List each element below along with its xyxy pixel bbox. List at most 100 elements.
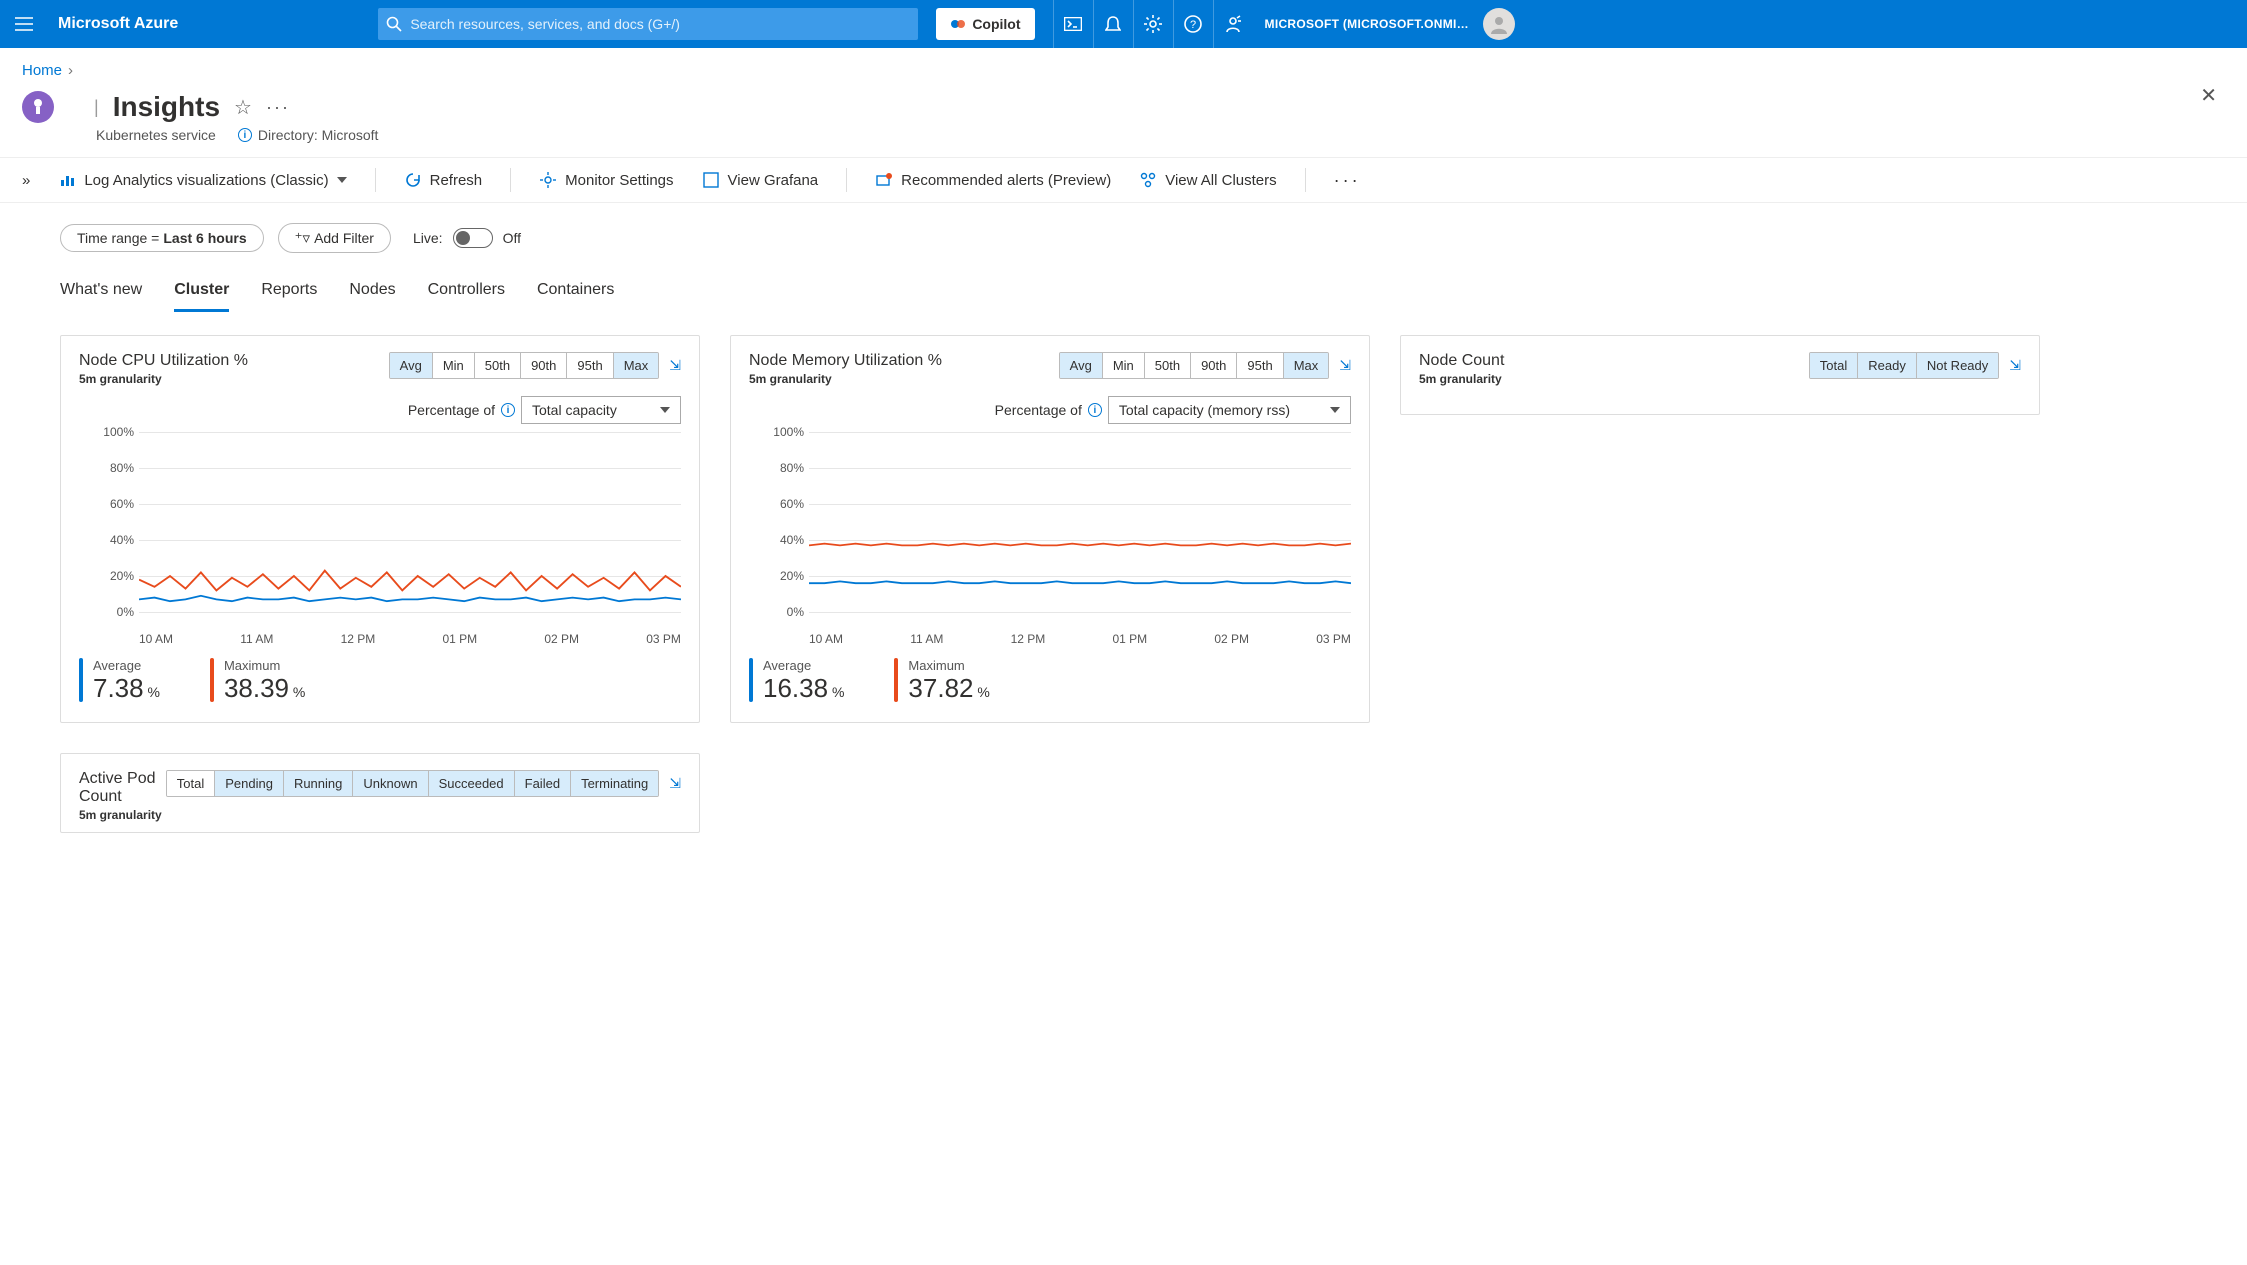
copilot-button[interactable]: Copilot xyxy=(936,8,1034,40)
seg-item-avg[interactable]: Avg xyxy=(1060,353,1102,378)
gear-icon xyxy=(539,171,557,189)
seg-item-avg[interactable]: Avg xyxy=(390,353,432,378)
legend-swatch-max xyxy=(210,658,214,702)
card-active-pod-count: Active Pod Count 5m granularity TotalPen… xyxy=(60,753,700,833)
seg-item-max[interactable]: Max xyxy=(613,353,659,378)
clusters-icon xyxy=(1139,171,1157,189)
seg-item-90th[interactable]: 90th xyxy=(1190,353,1236,378)
add-filter-pill[interactable]: ⁺▿ Add Filter xyxy=(278,223,391,253)
feedback-icon[interactable] xyxy=(1213,0,1253,48)
cloud-shell-icon[interactable] xyxy=(1053,0,1093,48)
add-filter-label: Add Filter xyxy=(314,230,374,246)
x-tick: 01 PM xyxy=(1112,632,1147,646)
live-toggle[interactable] xyxy=(453,228,493,248)
view-grafana-button[interactable]: View Grafana xyxy=(702,171,819,189)
seg-item-50th[interactable]: 50th xyxy=(474,353,520,378)
svg-text:?: ? xyxy=(1190,19,1196,31)
card-node-count: Node Count 5m granularity TotalReadyNot … xyxy=(1400,335,2040,415)
x-tick: 03 PM xyxy=(646,632,681,646)
seg-item-succeeded[interactable]: Succeeded xyxy=(428,771,514,796)
card-cpu-granularity: 5m granularity xyxy=(79,372,248,386)
info-icon[interactable]: i xyxy=(1088,403,1102,417)
seg-item-total[interactable]: Total xyxy=(1810,353,1857,378)
pct-of-label: Percentage of xyxy=(995,402,1082,418)
search-input[interactable] xyxy=(410,16,910,32)
seg-item-50th[interactable]: 50th xyxy=(1144,353,1190,378)
live-state: Off xyxy=(503,230,521,246)
seg-item-total[interactable]: Total xyxy=(167,771,214,796)
legend-swatch-avg xyxy=(749,658,753,702)
tenant-label[interactable]: MICROSOFT (MICROSOFT.ONMI… xyxy=(1265,17,1469,31)
expand-sidebar-icon[interactable]: » xyxy=(22,172,30,189)
card-pod-title: Active Pod Count xyxy=(79,770,166,806)
pin-icon[interactable]: ⇲ xyxy=(2009,357,2021,374)
brand-title[interactable]: Microsoft Azure xyxy=(48,15,198,33)
y-tick: 100% xyxy=(749,425,804,439)
monitor-settings-button[interactable]: Monitor Settings xyxy=(539,171,673,189)
cpu-capacity-dropdown[interactable]: Total capacity xyxy=(521,396,681,424)
toolbar-overflow[interactable]: ··· xyxy=(1334,170,1361,191)
card-mem-granularity: 5m granularity xyxy=(749,372,942,386)
tab-cluster[interactable]: Cluster xyxy=(174,281,229,312)
mem-capacity-dropdown[interactable]: Total capacity (memory rss) xyxy=(1108,396,1351,424)
user-avatar[interactable] xyxy=(1483,8,1515,40)
info-icon: i xyxy=(238,128,252,142)
seg-item-95th[interactable]: 95th xyxy=(1236,353,1282,378)
seg-item-unknown[interactable]: Unknown xyxy=(352,771,427,796)
seg-item-pending[interactable]: Pending xyxy=(214,771,283,796)
seg-item-not-ready[interactable]: Not Ready xyxy=(1916,353,1998,378)
alerts-label: Recommended alerts (Preview) xyxy=(901,172,1111,189)
chart-line-maximum xyxy=(139,571,681,591)
seg-item-min[interactable]: Min xyxy=(432,353,474,378)
seg-item-failed[interactable]: Failed xyxy=(514,771,570,796)
notifications-icon[interactable] xyxy=(1093,0,1133,48)
y-tick: 60% xyxy=(79,497,134,511)
refresh-button[interactable]: Refresh xyxy=(404,171,483,189)
tab-containers[interactable]: Containers xyxy=(537,281,614,312)
time-range-pill[interactable]: Time range = Last 6 hours xyxy=(60,224,264,252)
chevron-down-icon xyxy=(337,177,347,183)
seg-item-ready[interactable]: Ready xyxy=(1857,353,1916,378)
x-tick: 12 PM xyxy=(1011,632,1046,646)
tab-controllers[interactable]: Controllers xyxy=(428,281,505,312)
search-icon xyxy=(386,16,402,32)
pin-icon[interactable]: ⇲ xyxy=(669,357,681,374)
card-nodecount-title: Node Count xyxy=(1419,352,1504,370)
card-cpu-title: Node CPU Utilization % xyxy=(79,352,248,370)
live-label: Live: xyxy=(413,230,443,246)
close-blade-icon[interactable]: ✕ xyxy=(2200,83,2217,108)
viz-mode-dropdown[interactable]: Log Analytics visualizations (Classic) xyxy=(58,171,346,189)
pct-unit: % xyxy=(289,684,305,700)
copilot-icon xyxy=(950,16,966,32)
cpu-avg-label: Average xyxy=(93,658,160,673)
hamburger-menu[interactable] xyxy=(0,0,48,48)
breadcrumb-home[interactable]: Home xyxy=(22,62,62,79)
copilot-label: Copilot xyxy=(972,16,1020,32)
x-tick: 02 PM xyxy=(1214,632,1249,646)
seg-item-terminating[interactable]: Terminating xyxy=(570,771,658,796)
tab-reports[interactable]: Reports xyxy=(261,281,317,312)
chart-line-average xyxy=(139,596,681,601)
tab-nodes[interactable]: Nodes xyxy=(349,281,395,312)
settings-gear-icon[interactable] xyxy=(1133,0,1173,48)
card-nodecount-granularity: 5m granularity xyxy=(1419,372,1504,386)
seg-item-max[interactable]: Max xyxy=(1283,353,1329,378)
more-menu[interactable]: ··· xyxy=(266,97,290,118)
pin-icon[interactable]: ⇲ xyxy=(669,775,681,792)
pin-icon[interactable]: ⇲ xyxy=(1339,357,1351,374)
seg-item-95th[interactable]: 95th xyxy=(566,353,612,378)
recommended-alerts-button[interactable]: Recommended alerts (Preview) xyxy=(875,171,1111,189)
seg-item-min[interactable]: Min xyxy=(1102,353,1144,378)
view-all-clusters-button[interactable]: View All Clusters xyxy=(1139,171,1276,189)
help-icon[interactable]: ? xyxy=(1173,0,1213,48)
seg-item-90th[interactable]: 90th xyxy=(520,353,566,378)
favorite-star-icon[interactable]: ☆ xyxy=(234,95,252,120)
seg-item-running[interactable]: Running xyxy=(283,771,352,796)
chevron-down-icon xyxy=(1330,407,1340,413)
info-icon[interactable]: i xyxy=(501,403,515,417)
cpu-avg-value: 7.38 xyxy=(93,673,144,703)
legend-swatch-avg xyxy=(79,658,83,702)
tab-what-s-new[interactable]: What's new xyxy=(60,281,142,312)
global-search[interactable] xyxy=(378,8,918,40)
alert-icon xyxy=(875,171,893,189)
